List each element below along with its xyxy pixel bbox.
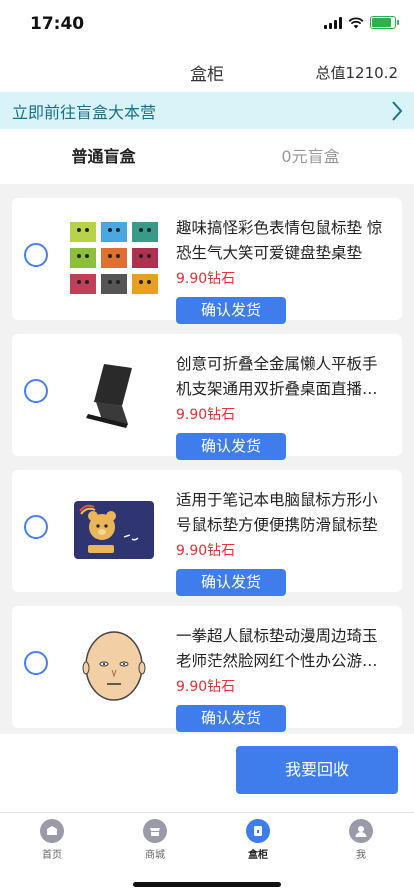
tab-free-blindbox[interactable]: 0元盲盒	[207, 129, 414, 184]
item-title: 趣味搞怪彩色表情包鼠标垫 惊恐生气大笑可爱键盘垫桌垫	[176, 219, 383, 262]
tabbar-label: 我	[356, 850, 366, 861]
tabbar-label: 商城	[145, 850, 165, 861]
confirm-ship-button[interactable]: 确认发货	[176, 569, 286, 596]
item-image	[68, 212, 160, 304]
phone-stand-icon	[86, 364, 132, 428]
tabbar-label: 首页	[42, 850, 62, 861]
item-title: 一拳超人鼠标垫动漫周边琦玉老师茫然脸网红个性办公游戏垫	[176, 627, 378, 670]
recycle-bar: 我要回收	[0, 734, 414, 812]
recycle-button[interactable]: 我要回收	[236, 746, 398, 794]
tabbar-item-me[interactable]: 我	[331, 819, 391, 861]
item-title: 适用于笔记本电脑鼠标方形小号鼠标垫方便便携防滑鼠标垫	[176, 491, 378, 534]
status-time: 17:40	[30, 14, 85, 34]
tabbar-item-home[interactable]: 首页	[22, 819, 82, 861]
emoji-mousepad-icon	[70, 222, 158, 294]
total-value: 总值1210.2	[315, 64, 399, 82]
confirm-ship-button[interactable]: 确认发货	[176, 705, 286, 732]
user-icon	[349, 819, 373, 843]
tabbar-item-shop[interactable]: 商城	[125, 819, 185, 861]
confirm-ship-button[interactable]: 确认发货	[176, 297, 286, 324]
item-image	[68, 348, 160, 440]
wifi-icon	[348, 16, 364, 28]
tabbar-item-box[interactable]: 盒柜	[228, 819, 288, 861]
item-price: 9.90钻石	[176, 543, 236, 559]
home-indicator	[133, 882, 281, 887]
item-image	[68, 620, 160, 712]
select-radio[interactable]	[24, 379, 48, 403]
list-item: 趣味搞怪彩色表情包鼠标垫 惊恐生气大笑可爱键盘垫桌垫 9.90钻石 确认发货	[12, 198, 402, 324]
tab-normal-blindbox[interactable]: 普通盲盒	[0, 129, 207, 184]
list-item: 创意可折叠全金属懒人平板手机支架通用双折叠桌面直播支架 9.90钻石 确认发货	[12, 334, 402, 460]
saitama-mousepad-icon	[82, 631, 146, 701]
tabbar-label: 盒柜	[248, 850, 268, 861]
item-list[interactable]: 趣味搞怪彩色表情包鼠标垫 惊恐生气大笑可爱键盘垫桌垫 9.90钻石 确认发货 创…	[0, 184, 414, 734]
box-icon	[246, 819, 270, 843]
select-radio[interactable]	[24, 243, 48, 267]
signal-icon	[324, 16, 342, 29]
box-type-tabs: 普通盲盒 0元盲盒	[0, 129, 414, 184]
select-radio[interactable]	[24, 515, 48, 539]
status-icons	[324, 16, 399, 29]
item-price: 9.90钻石	[176, 271, 236, 287]
banner-text: 立即前往盲盒大本营	[12, 102, 157, 122]
blindbox-camp-banner[interactable]: 立即前往盲盒大本营	[0, 92, 414, 129]
list-item: 一拳超人鼠标垫动漫周边琦玉老师茫然脸网红个性办公游戏垫 9.90钻石 确认发货	[12, 606, 402, 732]
chevron-right-icon	[392, 100, 403, 121]
home-icon	[40, 819, 64, 843]
confirm-ship-button[interactable]: 确认发货	[176, 433, 286, 460]
list-item: 适用于笔记本电脑鼠标方形小号鼠标垫方便便携防滑鼠标垫 9.90钻石 确认发货	[12, 470, 402, 596]
item-title: 创意可折叠全金属懒人平板手机支架通用双折叠桌面直播支架	[176, 355, 378, 398]
bear-mousepad-icon	[74, 501, 154, 559]
nav-bar: 盒柜 总值1210.2	[0, 52, 414, 92]
status-bar: 17:40	[0, 0, 414, 52]
item-image	[68, 484, 160, 576]
shop-icon	[143, 819, 167, 843]
item-price: 9.90钻石	[176, 679, 236, 695]
bottom-tabbar: 首页 商城 盒柜 我	[0, 812, 414, 896]
battery-icon	[370, 16, 399, 29]
item-price: 9.90钻石	[176, 407, 236, 423]
select-radio[interactable]	[24, 651, 48, 675]
